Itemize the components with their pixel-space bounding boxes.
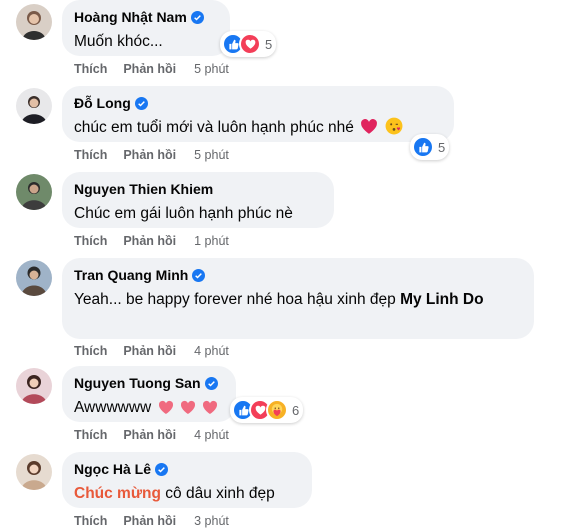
reaction-summary[interactable]: 6 [230, 397, 304, 423]
comment-bubble: Hoàng Nhật Nam Muốn khóc... [62, 0, 230, 56]
comment-actions: Thích Phản hồi 5 phút [74, 62, 229, 76]
reaction-count: 6 [292, 402, 300, 418]
verified-badge-icon [192, 268, 206, 282]
heart-emoji-icon [361, 119, 378, 134]
heart-emoji-icon [180, 400, 195, 414]
reply-button[interactable]: Phản hồi [123, 514, 176, 528]
comment-actions: Thích Phản hồi 3 phút [74, 514, 229, 528]
mention-link[interactable]: My Linh Do [400, 291, 484, 308]
like-button[interactable]: Thích [74, 62, 107, 76]
comment-text: Chúc mừng cô dâu xinh đẹp [74, 485, 275, 502]
author-name[interactable]: Tran Quang Minh [74, 266, 522, 284]
timestamp[interactable]: 3 phút [194, 514, 229, 528]
comment-text: Awwwwww [74, 397, 224, 419]
timestamp[interactable]: 1 phút [194, 234, 229, 248]
comment-actions: Thích Phản hồi 1 phút [74, 234, 229, 248]
reply-button[interactable]: Phản hồi [123, 428, 176, 442]
reaction-summary[interactable]: 5 [220, 31, 277, 57]
reaction-count: 5 [438, 139, 446, 155]
reply-button[interactable]: Phản hồi [123, 62, 176, 76]
kiss-emoji-icon [385, 117, 402, 135]
reply-button[interactable]: Phản hồi [123, 148, 176, 162]
heart-emoji-icon [158, 400, 173, 414]
avatar[interactable] [16, 174, 52, 210]
love-reaction-icon [239, 33, 261, 55]
comment-text: Chúc em gái luôn hạnh phúc nè [74, 205, 293, 222]
comment-actions: Thích Phản hồi 4 phút [74, 344, 229, 358]
reaction-count: 5 [265, 36, 273, 52]
verified-badge-icon [204, 376, 218, 390]
like-reaction-icon [412, 136, 434, 158]
like-button[interactable]: Thích [74, 148, 107, 162]
avatar[interactable] [16, 4, 52, 40]
like-button[interactable]: Thích [74, 428, 107, 442]
timestamp[interactable]: 5 phút [194, 148, 229, 162]
verified-badge-icon [155, 462, 169, 476]
comment-text: Muốn khóc... [74, 33, 163, 50]
comment-text: chúc em tuổi mới và luôn hạnh phúc nhé [74, 117, 442, 139]
heart-emoji-icon [203, 400, 218, 414]
verified-badge-icon [190, 10, 204, 24]
avatar[interactable] [16, 454, 52, 490]
comment-bubble: Nguyen Tuong San Awwwwww [62, 366, 236, 422]
avatar[interactable] [16, 260, 52, 296]
like-button[interactable]: Thích [74, 234, 107, 248]
comment-actions: Thích Phản hồi 5 phút [74, 148, 229, 162]
comment-bubble: Nguyen Thien Khiem Chúc em gái luôn hạnh… [62, 172, 334, 228]
timestamp[interactable]: 5 phút [194, 62, 229, 76]
comment-bubble: Ngọc Hà Lê Chúc mừng cô dâu xinh đẹp [62, 452, 312, 508]
author-name[interactable]: Đỗ Long [74, 94, 442, 112]
like-button[interactable]: Thích [74, 514, 107, 528]
author-name[interactable]: Nguyen Thien Khiem [74, 180, 322, 198]
highlighted-phrase[interactable]: Chúc mừng [74, 485, 161, 502]
like-button[interactable]: Thích [74, 344, 107, 358]
comment-bubble: Đỗ Long chúc em tuổi mới và luôn hạnh ph… [62, 86, 454, 142]
care-reaction-icon [266, 399, 288, 421]
avatar[interactable] [16, 88, 52, 124]
reply-button[interactable]: Phản hồi [123, 344, 176, 358]
comment-bubble: Tran Quang Minh Yeah... be happy forever… [62, 258, 534, 339]
timestamp[interactable]: 4 phút [194, 428, 229, 442]
comment-text: Yeah... be happy forever nhé hoa hậu xin… [74, 291, 484, 308]
reply-button[interactable]: Phản hồi [123, 234, 176, 248]
verified-badge-icon [134, 96, 148, 110]
author-name[interactable]: Nguyen Tuong San [74, 374, 224, 392]
timestamp[interactable]: 4 phút [194, 344, 229, 358]
author-name[interactable]: Ngọc Hà Lê [74, 460, 300, 478]
reaction-summary[interactable]: 5 [410, 134, 450, 160]
author-name[interactable]: Hoàng Nhật Nam [74, 8, 218, 26]
avatar[interactable] [16, 368, 52, 404]
comment-actions: Thích Phản hồi 4 phút [74, 428, 229, 442]
